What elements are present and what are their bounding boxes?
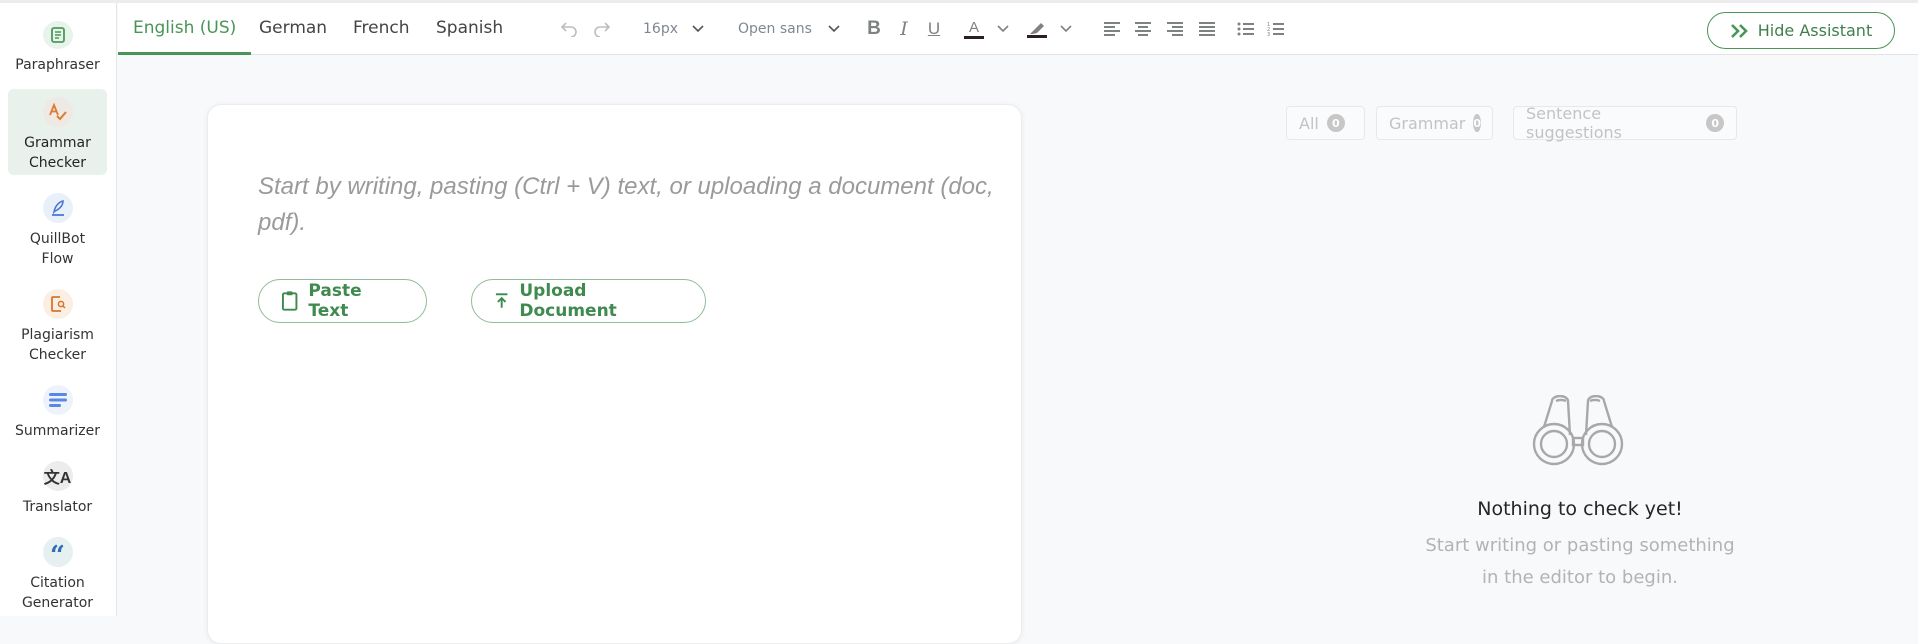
tab-english-us[interactable]: English (US) <box>118 3 252 55</box>
plagiarism-checker-icon <box>42 289 73 319</box>
filter-count-badge: 0 <box>1473 114 1481 132</box>
upload-icon <box>495 293 508 308</box>
translator-icon: 文A <box>42 461 73 491</box>
summarizer-icon <box>42 385 73 415</box>
paste-text-button[interactable]: Paste Text <box>258 279 427 323</box>
bullet-list-icon <box>1237 22 1254 36</box>
empty-state-line: in the editor to begin. <box>1482 567 1678 588</box>
bold-icon: B <box>867 18 881 39</box>
hide-assistant-button[interactable]: Hide Assistant <box>1707 12 1895 49</box>
text-color-button[interactable]: A <box>963 17 985 41</box>
sidebar-item-label: Translator <box>22 499 93 515</box>
sidebar: Paraphraser Grammar Checker QuillBot Flo… <box>0 3 117 616</box>
sidebar-item-quillbot-flow[interactable]: QuillBot Flow <box>8 185 107 271</box>
redo-icon <box>594 22 611 37</box>
sidebar-item-citation-generator[interactable]: “ Citation Generator <box>8 529 107 615</box>
italic-button[interactable]: I <box>894 17 914 41</box>
highlighter-icon <box>1030 22 1044 34</box>
citation-generator-icon: “ <box>42 537 73 571</box>
chevron-down-icon <box>1060 25 1072 33</box>
filter-label: Grammar <box>1389 113 1466 133</box>
align-right-button[interactable] <box>1165 17 1185 41</box>
filter-all[interactable]: All 0 <box>1286 106 1365 140</box>
font-size-select[interactable]: 16px <box>643 17 713 41</box>
paraphraser-icon <box>42 21 73 49</box>
align-right-icon <box>1167 22 1183 36</box>
underline-button[interactable]: U <box>924 17 944 41</box>
font-family-value: Open sans <box>738 21 812 37</box>
filter-grammar[interactable]: Grammar 0 <box>1376 106 1493 140</box>
clipboard-icon <box>281 291 298 311</box>
align-justify-button[interactable] <box>1197 17 1217 41</box>
sidebar-item-translator[interactable]: 文A Translator <box>8 453 107 519</box>
align-justify-icon <box>1199 22 1215 36</box>
italic-icon: I <box>900 18 908 40</box>
undo-icon <box>560 22 577 37</box>
sidebar-item-label: Citation Generator <box>21 575 94 611</box>
upload-document-label: Upload Document <box>519 281 617 321</box>
chevron-down-icon <box>828 25 840 33</box>
grammar-checker-icon <box>42 97 73 127</box>
quillbot-flow-icon <box>42 193 73 223</box>
sidebar-item-label: Paraphraser <box>15 57 100 73</box>
numbered-list-icon: 123 <box>1267 22 1284 37</box>
empty-state-title: Nothing to check yet! <box>1477 498 1683 520</box>
filter-label: Sentence suggestions <box>1526 104 1622 142</box>
align-left-button[interactable] <box>1102 17 1122 41</box>
empty-state-description: Start writing or pasting something in th… <box>1400 530 1760 594</box>
text-color-icon: A <box>968 18 979 36</box>
binoculars-icon <box>1532 395 1624 466</box>
align-center-icon <box>1135 22 1151 36</box>
sidebar-item-plagiarism-checker[interactable]: Plagiarism Checker <box>8 281 107 367</box>
bullet-list-button[interactable] <box>1236 17 1256 41</box>
filter-label: All <box>1299 113 1319 133</box>
font-family-select[interactable]: Open sans <box>738 17 848 41</box>
sidebar-item-grammar-checker[interactable]: Grammar Checker <box>8 89 107 175</box>
redo-button[interactable] <box>591 17 613 41</box>
numbered-list-button[interactable]: 123 <box>1266 17 1286 41</box>
sidebar-item-label: Summarizer <box>15 423 100 439</box>
text-color-dropdown[interactable] <box>995 17 1011 41</box>
double-chevron-right-icon <box>1730 23 1748 38</box>
sidebar-item-paraphraser[interactable]: Paraphraser <box>8 13 107 75</box>
undo-button[interactable] <box>558 17 580 41</box>
bold-button[interactable]: B <box>864 17 884 41</box>
tab-german[interactable]: German <box>259 3 327 55</box>
align-left-icon <box>1104 22 1120 36</box>
filter-count-badge: 0 <box>1326 114 1345 132</box>
editor-card: Start by writing, pasting (Ctrl + V) tex… <box>207 104 1022 644</box>
editor-toolbar: English (US) German French Spanish 16px … <box>118 3 1918 55</box>
text-color-swatch <box>964 35 984 39</box>
sidebar-item-summarizer[interactable]: Summarizer <box>8 377 107 443</box>
sidebar-item-label: Plagiarism Checker <box>21 327 94 363</box>
chevron-down-icon <box>997 25 1009 33</box>
editor-input[interactable]: Start by writing, pasting (Ctrl + V) tex… <box>258 169 1018 241</box>
chevron-down-icon <box>692 25 704 33</box>
svg-text:3: 3 <box>1267 32 1270 37</box>
sidebar-item-label: QuillBot Flow <box>29 231 86 267</box>
hide-assistant-label: Hide Assistant <box>1757 21 1873 40</box>
upload-document-button[interactable]: Upload Document <box>471 279 706 323</box>
filter-count-badge: 0 <box>1706 114 1724 132</box>
underline-icon: U <box>927 19 941 38</box>
filter-sentence-suggestions[interactable]: Sentence suggestions 0 <box>1513 104 1737 142</box>
highlight-color-swatch <box>1027 34 1047 38</box>
highlight-color-button[interactable] <box>1026 17 1048 41</box>
tab-spanish[interactable]: Spanish <box>436 3 503 55</box>
highlight-color-dropdown[interactable] <box>1058 17 1074 41</box>
tab-french[interactable]: French <box>353 3 410 55</box>
font-size-value: 16px <box>643 21 678 37</box>
empty-state-line: Start writing or pasting something <box>1425 535 1735 556</box>
sidebar-item-label: Grammar Checker <box>24 135 91 171</box>
paste-text-label: Paste Text <box>308 281 362 321</box>
align-center-button[interactable] <box>1133 17 1153 41</box>
